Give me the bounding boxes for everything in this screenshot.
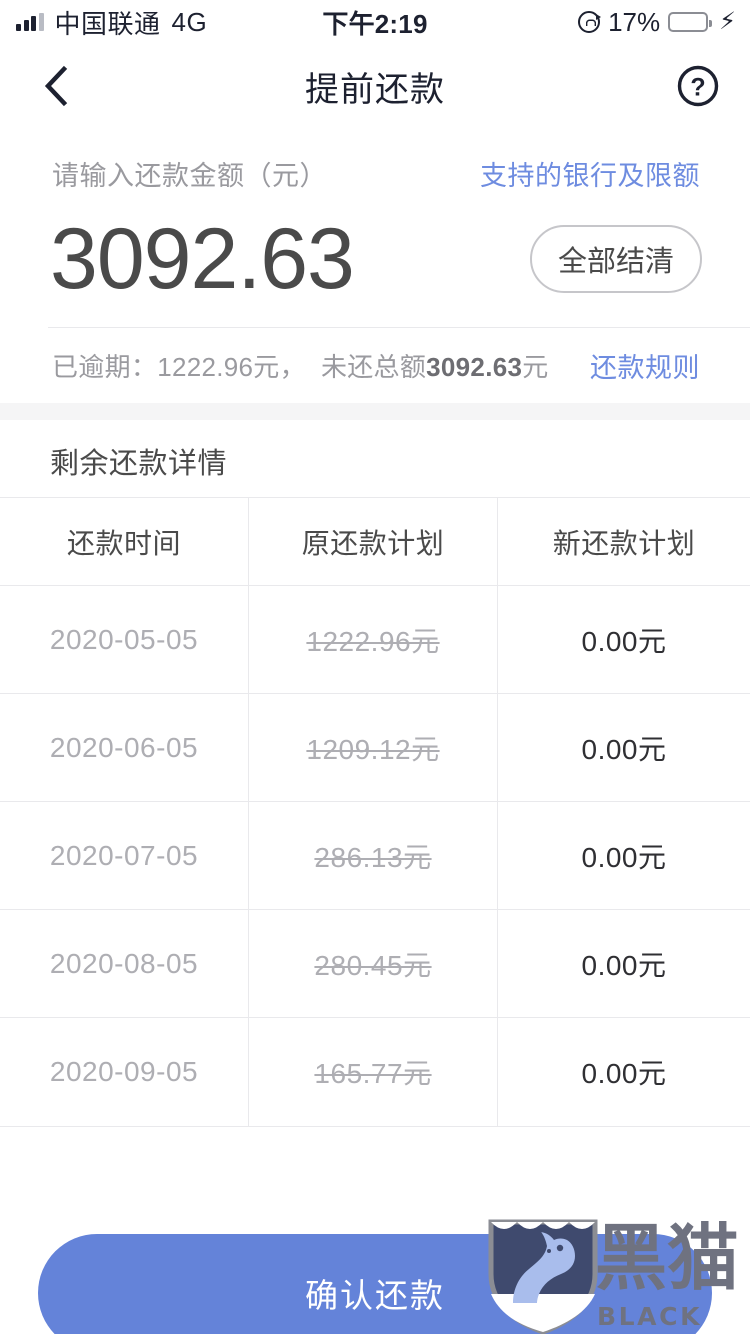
app-screen: 中国联通 4G 下午2:19 17% ⚡ 提前还款 ? 请输入还款金额（元） 支… (0, 0, 750, 1334)
question-circle-icon: ? (677, 65, 719, 107)
total-label: 未还总额 (320, 352, 427, 382)
overdue-label: 已逾期： (52, 352, 158, 382)
amount-section: 请输入还款金额（元） 支持的银行及限额 3092.63 全部结清 已逾期：122… (0, 128, 750, 385)
settle-all-button[interactable]: 全部结清 (529, 225, 702, 293)
nav-bar: 提前还款 ? (0, 44, 750, 128)
status-bar: 中国联通 4G 下午2:19 17% ⚡ (0, 0, 750, 44)
cell-date: 2020-08-05 (0, 910, 249, 1017)
column-header-old-plan: 原还款计划 (249, 498, 498, 585)
amount-input-hint: 请输入还款金额（元） (52, 161, 327, 191)
amount-header-row: 请输入还款金额（元） 支持的银行及限额 (0, 128, 750, 193)
column-header-date: 还款时间 (0, 498, 249, 585)
amount-input-row: 3092.63 全部结清 (0, 193, 750, 313)
outstanding-summary: 已逾期：1222.96元， 未还总额3092.63元 (52, 347, 549, 384)
help-button[interactable]: ? (674, 62, 722, 110)
repayment-rules-link[interactable]: 还款规则 (590, 346, 700, 385)
table-row: 2020-09-05 165.77元 0.00元 (0, 1018, 750, 1126)
rotation-lock-icon (578, 11, 602, 33)
supported-banks-link[interactable]: 支持的银行及限额 (480, 154, 700, 193)
summary-row: 已逾期：1222.96元， 未还总额3092.63元 还款规则 (0, 328, 750, 385)
overdue-amount: 1222.96元， (157, 352, 306, 382)
cell-old-plan: 1222.96元 (249, 586, 498, 693)
table-header-row: 还款时间 原还款计划 新还款计划 (0, 498, 750, 586)
cell-old-plan: 280.45元 (249, 910, 498, 1017)
cell-date: 2020-06-05 (0, 694, 249, 801)
cell-old-plan: 1209.12元 (249, 694, 498, 801)
table-row: 2020-06-05 1209.12元 0.00元 (0, 694, 750, 802)
cell-new-plan: 0.00元 (581, 625, 667, 657)
battery-icon (668, 12, 713, 32)
cell-date: 2020-09-05 (0, 1018, 249, 1126)
table-row: 2020-08-05 280.45元 0.00元 (0, 910, 750, 1018)
status-bar-right: 17% ⚡ (578, 0, 736, 44)
battery-percent-label: 17% (608, 6, 661, 37)
repayment-schedule-table: 还款时间 原还款计划 新还款计划 2020-05-05 1222.96元 0.0… (0, 497, 750, 1127)
cell-old-plan: 286.13元 (249, 802, 498, 909)
total-amount: 3092.63 (426, 352, 523, 382)
cell-new-plan: 0.00元 (581, 949, 667, 981)
cell-new-plan: 0.00元 (581, 1058, 667, 1089)
table-row: 2020-05-05 1222.96元 0.00元 (0, 586, 750, 694)
repayment-amount-input[interactable]: 3092.63 (50, 216, 355, 302)
status-clock: 下午2:19 (322, 8, 428, 39)
svg-text:?: ? (690, 74, 705, 102)
total-unit: 元 (522, 352, 549, 382)
cell-date: 2020-07-05 (0, 802, 249, 909)
table-row: 2020-07-05 286.13元 0.00元 (0, 802, 750, 910)
column-header-new-plan: 新还款计划 (552, 527, 696, 559)
cell-date: 2020-05-05 (0, 586, 249, 693)
detail-section-title: 剩余还款详情 (50, 448, 228, 480)
cell-new-plan: 0.00元 (581, 841, 667, 873)
cell-old-plan: 165.77元 (249, 1018, 498, 1126)
cell-new-plan: 0.00元 (581, 733, 667, 765)
section-separator-band (0, 403, 750, 420)
confirm-repayment-button[interactable]: 确认还款 (38, 1234, 712, 1334)
lightning-bolt-icon: ⚡ (719, 8, 736, 35)
page-title: 提前还款 (305, 70, 445, 109)
